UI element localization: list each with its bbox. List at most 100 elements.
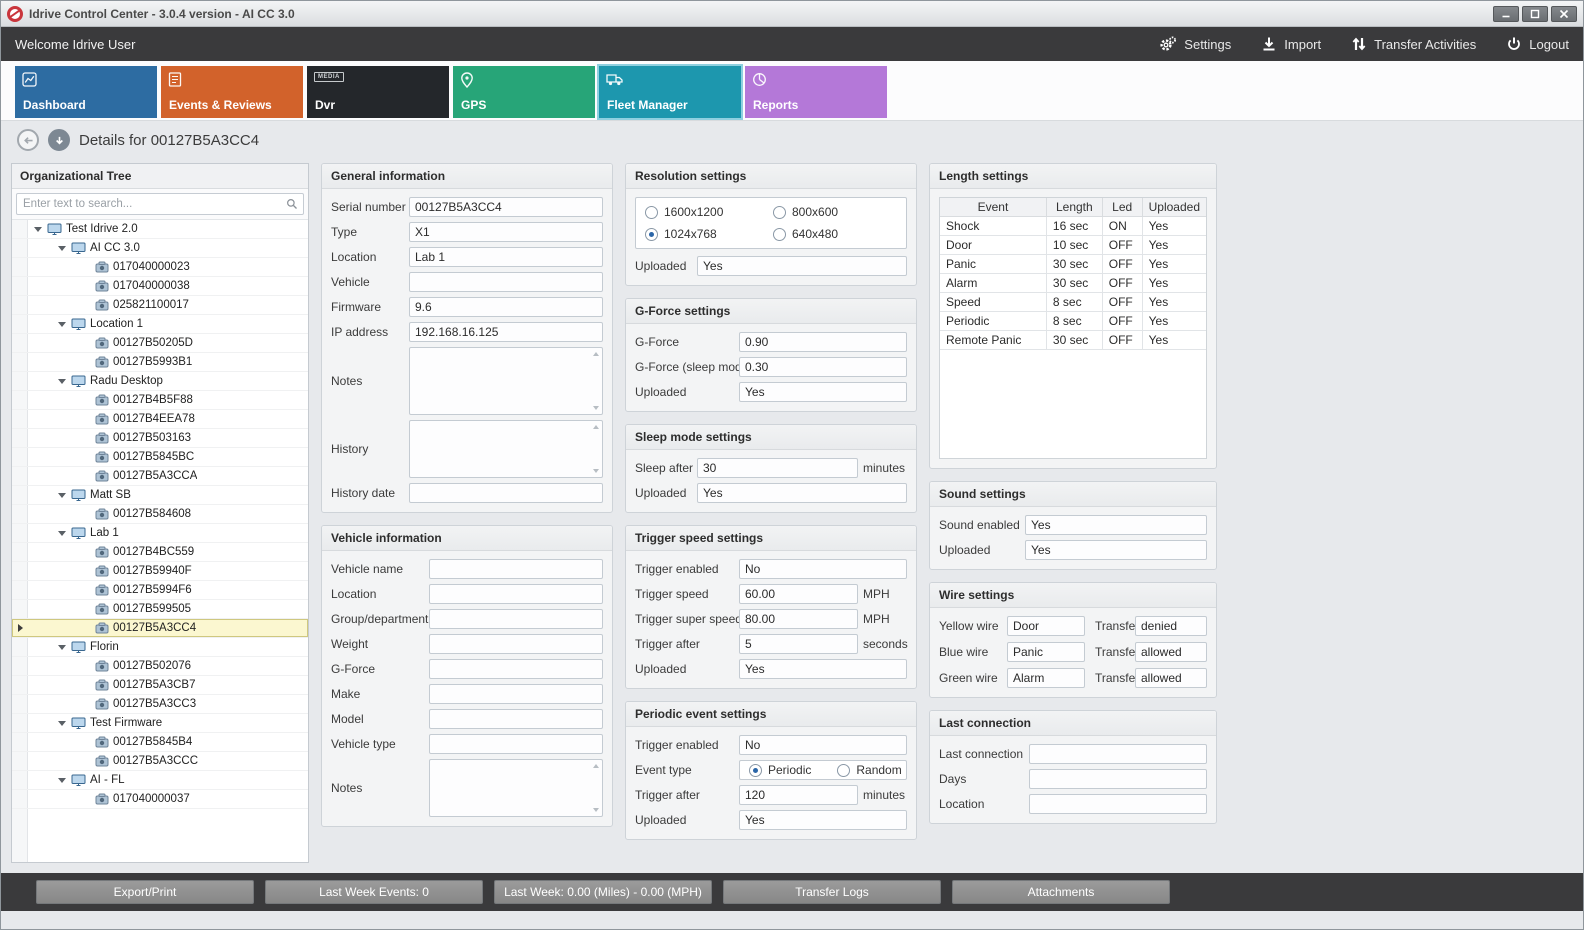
expander-icon[interactable]: [56, 531, 67, 536]
expander-icon[interactable]: [56, 322, 67, 327]
tree-item[interactable]: 017040000023: [12, 258, 308, 277]
column-header-length[interactable]: Length: [1046, 198, 1102, 217]
days-field[interactable]: [1029, 769, 1207, 789]
radio-option-random[interactable]: Random: [837, 763, 901, 777]
search-input[interactable]: [16, 193, 304, 215]
tree-item[interactable]: 00127B5A3CCA: [12, 467, 308, 486]
tree-item[interactable]: Matt SB: [12, 486, 308, 505]
radio-option-640x480[interactable]: 640x480: [773, 227, 897, 241]
export-print-button[interactable]: Export/Print: [36, 880, 254, 904]
minimize-button[interactable]: [1493, 6, 1519, 22]
expander-icon[interactable]: [32, 227, 43, 232]
sound-uploaded-field[interactable]: Yes: [1025, 540, 1207, 560]
model-field[interactable]: [429, 709, 603, 729]
trigger-super-speed-field[interactable]: 80.00: [739, 609, 858, 629]
expander-icon[interactable]: [56, 379, 67, 384]
column-header-event[interactable]: Event: [940, 198, 1046, 217]
trigger-after-field[interactable]: 5: [739, 634, 858, 654]
length-table-row[interactable]: Door10 secOFFYes: [940, 236, 1206, 255]
expander-icon[interactable]: [56, 645, 67, 650]
tree-item[interactable]: 017040000037: [12, 790, 308, 809]
scroll-up-icon[interactable]: [593, 352, 599, 356]
tree-item[interactable]: 00127B502076: [12, 657, 308, 676]
tree-item[interactable]: 00127B599505: [12, 600, 308, 619]
blue-wire-transfer-field[interactable]: allowed: [1135, 642, 1207, 662]
gforce-sleep-mode-field[interactable]: 0.30: [739, 357, 907, 377]
trigger-enabled-field[interactable]: No: [739, 559, 907, 579]
green-wire-field[interactable]: Alarm: [1007, 668, 1085, 688]
sleep-after-field[interactable]: 30: [697, 458, 858, 478]
last-connection-field[interactable]: [1029, 744, 1207, 764]
tree-item[interactable]: Radu Desktop: [12, 372, 308, 391]
tree-item[interactable]: AI CC 3.0: [12, 239, 308, 258]
tree-item[interactable]: Florin: [12, 638, 308, 657]
tree-item[interactable]: 00127B5A3CB7: [12, 676, 308, 695]
history-date-field[interactable]: [409, 483, 603, 503]
weight-field[interactable]: [429, 634, 603, 654]
sleep-uploaded-field[interactable]: Yes: [697, 483, 907, 503]
tab-events-reviews[interactable]: Events & Reviews: [161, 66, 303, 118]
tree-item[interactable]: 00127B5A3CC3: [12, 695, 308, 714]
tree-item[interactable]: 025821100017: [12, 296, 308, 315]
column-header-uploaded[interactable]: Uploaded: [1142, 198, 1206, 217]
tree-item[interactable]: 00127B5994F6: [12, 581, 308, 600]
tab-reports[interactable]: Reports: [745, 66, 887, 118]
scroll-down-icon[interactable]: [593, 406, 599, 410]
tree-item[interactable]: 00127B4EEA78: [12, 410, 308, 429]
expander-icon[interactable]: [56, 246, 67, 251]
tree-item[interactable]: 00127B503163: [12, 429, 308, 448]
tree-item[interactable]: 00127B5845B4: [12, 733, 308, 752]
expand-down-button[interactable]: [48, 129, 70, 151]
make-field[interactable]: [429, 684, 603, 704]
vehicle-field[interactable]: [409, 272, 603, 292]
tree-item[interactable]: 00127B5A3CC4: [12, 619, 308, 638]
periodic-trigger-after-field[interactable]: 120: [739, 785, 858, 805]
tree-item[interactable]: Test Firmware: [12, 714, 308, 733]
trigger-uploaded-field[interactable]: Yes: [739, 659, 907, 679]
vehicle-name-field[interactable]: [429, 559, 603, 579]
vehicle-type-field[interactable]: [429, 734, 603, 754]
close-button[interactable]: [1551, 6, 1577, 22]
tree-item[interactable]: Lab 1: [12, 524, 308, 543]
last-location-field[interactable]: [1029, 794, 1207, 814]
firmware-field[interactable]: 9.6: [409, 297, 603, 317]
logout-button[interactable]: Logout: [1506, 36, 1569, 52]
tree-item[interactable]: 017040000038: [12, 277, 308, 296]
radio-option-periodic[interactable]: Periodic: [749, 763, 811, 777]
maximize-button[interactable]: [1522, 6, 1548, 22]
vehicle-gforce-field[interactable]: [429, 659, 603, 679]
import-button[interactable]: Import: [1261, 36, 1321, 52]
tree-item[interactable]: 00127B50205D: [12, 334, 308, 353]
history-field[interactable]: [409, 420, 603, 478]
expander-icon[interactable]: [56, 778, 67, 783]
scroll-up-icon[interactable]: [593, 425, 599, 429]
last-week-miles-button[interactable]: Last Week: 0.00 (Miles) - 0.00 (MPH): [494, 880, 712, 904]
serial-number-field[interactable]: 00127B5A3CC4: [409, 197, 603, 217]
length-table-row[interactable]: Alarm30 secOFFYes: [940, 274, 1206, 293]
periodic-uploaded-field[interactable]: Yes: [739, 810, 907, 830]
trigger-speed-field[interactable]: 60.00: [739, 584, 858, 604]
radio-option-1024x768[interactable]: 1024x768: [645, 227, 769, 241]
column-header-led[interactable]: Led: [1102, 198, 1142, 217]
length-table-row[interactable]: Panic30 secOFFYes: [940, 255, 1206, 274]
tree-item[interactable]: AI - FL: [12, 771, 308, 790]
tab-dvr[interactable]: MEDIA Dvr: [307, 66, 449, 118]
resolution-uploaded-field[interactable]: Yes: [697, 256, 907, 276]
yellow-wire-transfer-field[interactable]: denied: [1135, 616, 1207, 636]
device-location-field[interactable]: Lab 1: [409, 247, 603, 267]
scroll-down-icon[interactable]: [593, 808, 599, 812]
vehicle-location-field[interactable]: [429, 584, 603, 604]
length-table-row[interactable]: Remote Panic30 secOFFYes: [940, 331, 1206, 350]
length-table-row[interactable]: Speed8 secOFFYes: [940, 293, 1206, 312]
back-button[interactable]: [17, 129, 39, 151]
attachments-button[interactable]: Attachments: [952, 880, 1170, 904]
blue-wire-field[interactable]: Panic: [1007, 642, 1085, 662]
periodic-enabled-field[interactable]: No: [739, 735, 907, 755]
yellow-wire-field[interactable]: Door: [1007, 616, 1085, 636]
gforce-field[interactable]: 0.90: [739, 332, 907, 352]
tab-fleet-manager[interactable]: Fleet Manager: [599, 66, 741, 118]
tree-item[interactable]: 00127B59940F: [12, 562, 308, 581]
tree-item[interactable]: 00127B4B5F88: [12, 391, 308, 410]
scroll-up-icon[interactable]: [593, 764, 599, 768]
gforce-uploaded-field[interactable]: Yes: [739, 382, 907, 402]
